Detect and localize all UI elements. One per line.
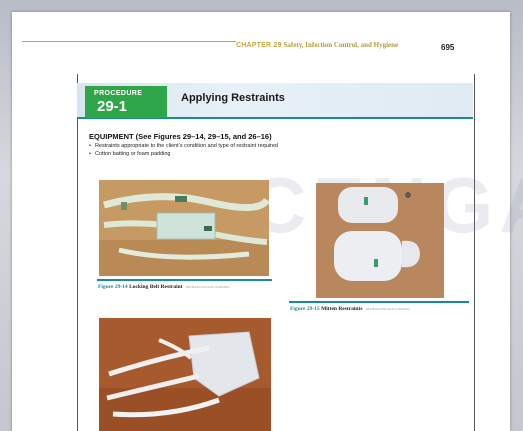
figure-credit: DELMAR/CENGAGE LEARNING	[185, 285, 230, 289]
running-head-rule	[22, 41, 236, 42]
equipment-item: Restraints appropriate to the client’s c…	[89, 142, 278, 150]
figure-name: Mitten Restraints	[321, 306, 363, 312]
vest-restraint-photo	[99, 318, 271, 431]
procedure-title: Applying Restraints	[181, 92, 285, 104]
mitten-restraints-photo	[316, 183, 444, 298]
figure-caption: Figure 29-15 Mitten Restraints DELMAR/CE…	[290, 306, 410, 312]
figure-credit: DELMAR/CENGAGE LEARNING	[365, 307, 410, 311]
vest-illustration	[99, 318, 271, 431]
equipment-item: Cotton batting or foam padding	[89, 150, 278, 158]
procedure-label: PROCEDURE	[94, 90, 143, 97]
running-head-chapter: CHAPTER 29	[236, 42, 282, 49]
page-number: 695	[441, 43, 455, 52]
procedure-tab: PROCEDURE 29-1	[85, 86, 167, 118]
figure-name: Locking Belt Restraint	[129, 284, 183, 290]
figure-caption-rule	[97, 279, 272, 281]
figure-number: Figure 29-14	[98, 284, 128, 290]
procedure-number: 29-1	[97, 98, 128, 115]
figure-caption-rule	[289, 301, 469, 303]
equipment-list: Restraints appropriate to the client’s c…	[89, 142, 278, 158]
figure-number: Figure 29-15	[290, 306, 320, 312]
mitten-illustration	[316, 183, 444, 298]
locking-belt-illustration	[99, 180, 269, 276]
locking-belt-photo	[99, 180, 269, 276]
figure-caption: Figure 29-14 Locking Belt Restraint DELM…	[98, 284, 230, 290]
running-head: CHAPTER 29 Safety, Infection Control, an…	[236, 41, 474, 55]
equipment-heading: EQUIPMENT (See Figures 29–14, 29–15, and…	[89, 132, 272, 141]
running-head-title: Safety, Infection Control, and Hygiene	[283, 41, 399, 49]
